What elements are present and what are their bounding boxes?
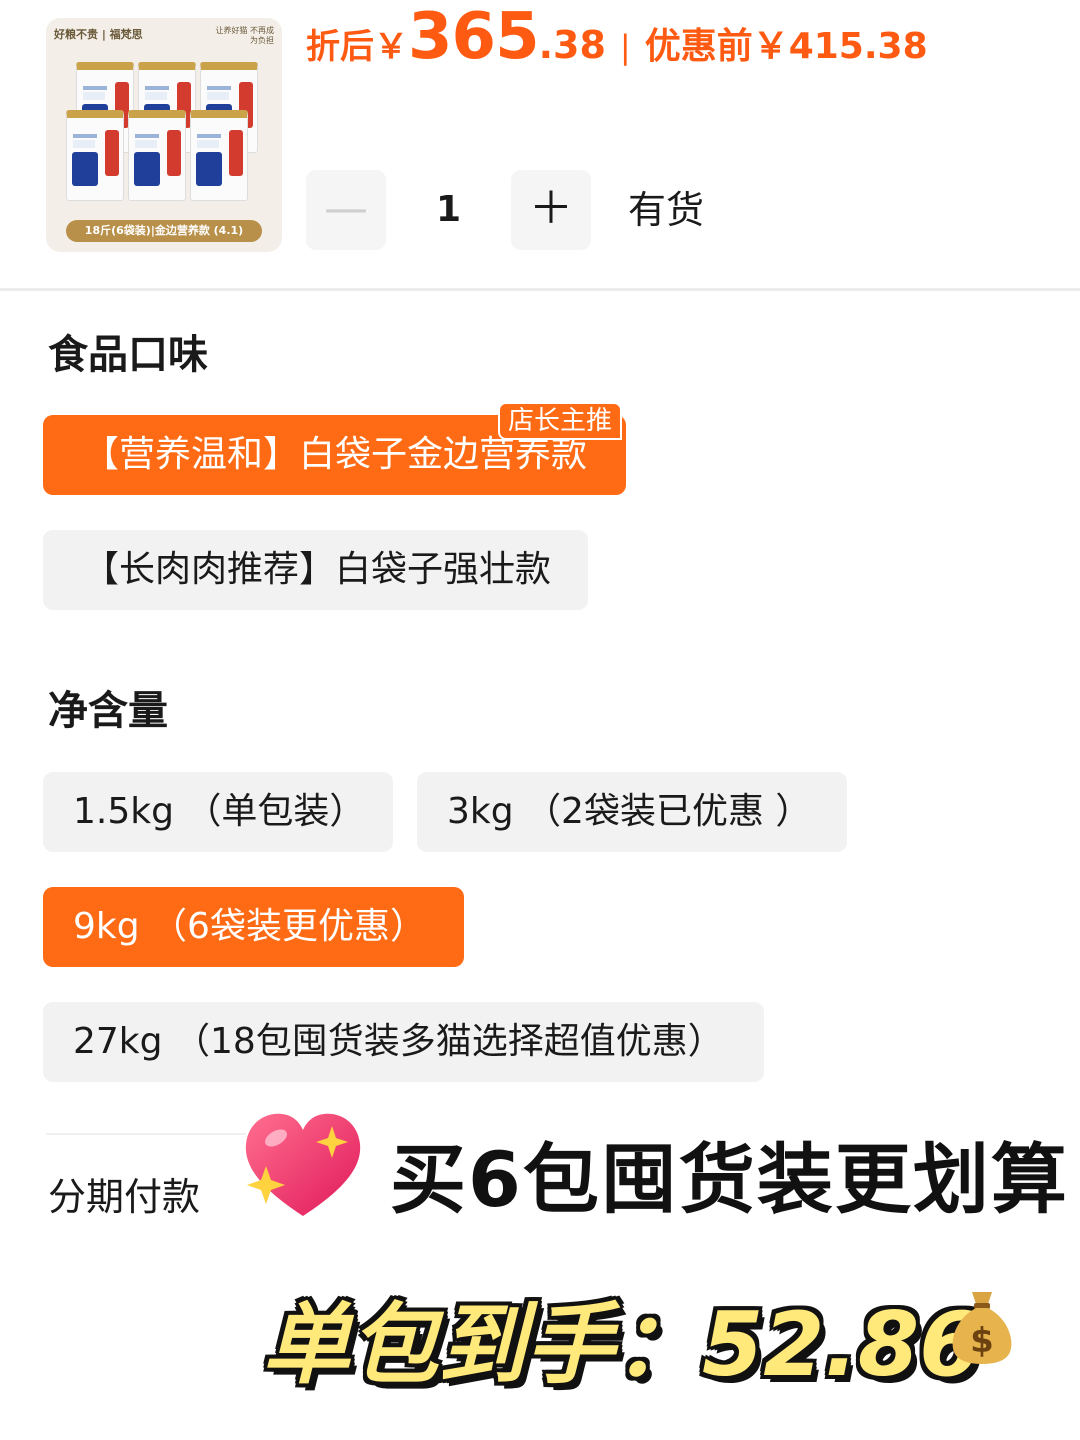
original-price: 优惠前￥415.38 xyxy=(644,26,928,67)
quantity-decrease-button[interactable]: — xyxy=(306,170,386,250)
discount-price-integer: 365 xyxy=(408,0,540,74)
flavor-option-label: 【营养温和】白袋子金边营养款 xyxy=(83,434,588,475)
money-bag-icon: $ xyxy=(952,1292,1012,1364)
discount-price-label: 折后￥ xyxy=(306,27,408,67)
flavor-option-label: 【长肉肉推荐】白袋子强壮款 xyxy=(83,549,552,590)
weight-option-27kg[interactable]: 27kg （18包囤货装多猫选择超值优惠） xyxy=(43,1002,764,1082)
plus-icon: ＋ xyxy=(529,183,573,234)
quantity-value[interactable]: 1 xyxy=(386,170,511,250)
svg-text:$: $ xyxy=(970,1321,994,1361)
installment-title[interactable]: 分期付款 xyxy=(48,1166,200,1221)
flavor-section-title: 食品口味 xyxy=(48,332,208,378)
divider xyxy=(0,288,1080,291)
thumbnail-slogan: 让养好猫 不再成为负担 xyxy=(215,26,274,45)
weight-option-label: 27kg （18包囤货装多猫选择超值优惠） xyxy=(73,1021,724,1062)
sparkling-heart-icon xyxy=(245,1113,361,1216)
quantity-increase-button[interactable]: ＋ xyxy=(511,170,591,250)
minus-icon: — xyxy=(324,183,368,234)
weight-option-9kg[interactable]: 9kg （6袋装更优惠） xyxy=(43,887,464,967)
discount-price-decimal: .38 xyxy=(538,23,606,67)
thumbnail-spec-pill: 18斤(6袋装)|金边营养款 (4.1) xyxy=(66,220,262,242)
stock-status: 有货 xyxy=(628,188,705,232)
weight-option-1-5kg[interactable]: 1.5kg （单包装） xyxy=(43,772,393,852)
weight-option-3kg[interactable]: 3kg （2袋装已优惠 ） xyxy=(417,772,847,852)
weight-option-label: 3kg （2袋装已优惠 ） xyxy=(447,791,812,832)
thumbnail-brand: 好粮不贵 | 福梵思 xyxy=(54,28,143,41)
product-bag-image xyxy=(128,110,186,201)
divider xyxy=(46,1133,246,1135)
price-separator: | xyxy=(619,28,631,66)
unit-price-text: 单包到手：52.86 xyxy=(262,1293,981,1396)
product-bag-image xyxy=(66,110,124,201)
weight-section-title: 净含量 xyxy=(48,688,168,734)
product-bag-image xyxy=(190,110,248,201)
flavor-option-strong[interactable]: 【长肉肉推荐】白袋子强壮款 xyxy=(43,530,588,610)
price-row: 折后￥365.38 | 优惠前￥415.38 xyxy=(306,0,1066,90)
product-thumbnail[interactable]: 好粮不贵 | 福梵思 让养好猫 不再成为负担 18斤(6袋装)|金边营养款 (4… xyxy=(46,18,282,252)
promo-text: 买6包囤货装更划算 xyxy=(390,1135,1069,1224)
weight-option-label: 1.5kg （单包装） xyxy=(73,791,366,832)
store-recommend-badge: 店长主推 xyxy=(498,402,623,440)
weight-option-label: 9kg （6袋装更优惠） xyxy=(73,906,426,947)
